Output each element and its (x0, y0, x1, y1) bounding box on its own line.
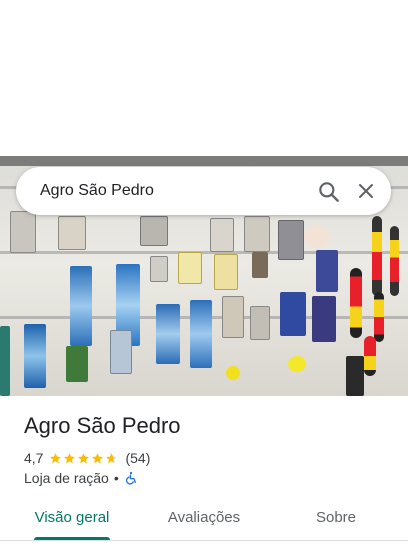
fishing-float (364, 336, 376, 376)
tackle-package (150, 256, 168, 282)
tackle-package (312, 296, 336, 342)
separator-dot: • (113, 470, 119, 486)
rating-value: 4,7 (24, 450, 44, 466)
lure-package-blue (190, 300, 212, 368)
tackle-package (58, 216, 86, 250)
close-icon[interactable] (354, 179, 378, 203)
tab-overview[interactable]: Visão geral (24, 500, 120, 540)
tackle-package (10, 211, 36, 253)
tab-label: Sobre (315, 509, 357, 526)
yellow-beads (288, 356, 306, 372)
lure-package-blue (24, 324, 46, 388)
place-category: Loja de ração (24, 470, 109, 486)
star-icon (92, 452, 104, 463)
search-input[interactable]: Agro São Pedro (40, 182, 154, 200)
star-icon (64, 452, 76, 463)
star-icon (106, 452, 118, 463)
tackle-package (280, 292, 306, 336)
float-bobber (304, 226, 330, 248)
fishing-float (350, 268, 362, 338)
tackle-package (222, 296, 244, 338)
star-icon (78, 452, 90, 463)
search-bar[interactable]: Agro São Pedro (16, 167, 391, 215)
tackle-package (244, 216, 270, 252)
category-row: Loja de ração • (24, 469, 138, 487)
photo-rail (0, 251, 408, 254)
tab-reviews[interactable]: Avaliações (152, 500, 256, 540)
tackle-package (210, 218, 234, 252)
tackle-package (110, 330, 132, 374)
tackle-package (278, 220, 304, 260)
yellow-beads (226, 366, 240, 380)
tackle-package (214, 254, 238, 290)
tab-label: Avaliações (167, 509, 241, 526)
search-icon[interactable] (316, 179, 342, 205)
tackle-package (316, 250, 338, 292)
lure-package-blue (156, 304, 180, 364)
place-title: Agro São Pedro (24, 413, 181, 438)
wheelchair-accessible-icon (124, 471, 138, 485)
photo-top-shelf (0, 156, 408, 166)
tackle-package (252, 252, 268, 278)
place-tabs: Visão geral Avaliações Sobre (0, 500, 408, 540)
star-icon (50, 452, 62, 463)
tackle-package (0, 326, 10, 396)
fishing-float (390, 226, 399, 296)
tabs-divider (0, 540, 408, 541)
star-rating (49, 452, 119, 465)
lure-package-blue (70, 266, 92, 346)
tackle-package (66, 346, 88, 382)
tackle-package (346, 356, 364, 396)
review-count[interactable]: (54) (125, 450, 150, 466)
tab-label: Visão geral (34, 509, 110, 526)
tackle-package (140, 216, 168, 246)
tab-about[interactable]: Sobre (296, 500, 376, 540)
rating-row[interactable]: 4,7 (54) (24, 449, 150, 467)
tackle-package (178, 252, 202, 284)
fishing-float (372, 216, 382, 296)
fishing-float (374, 292, 384, 342)
tackle-package (250, 306, 270, 340)
